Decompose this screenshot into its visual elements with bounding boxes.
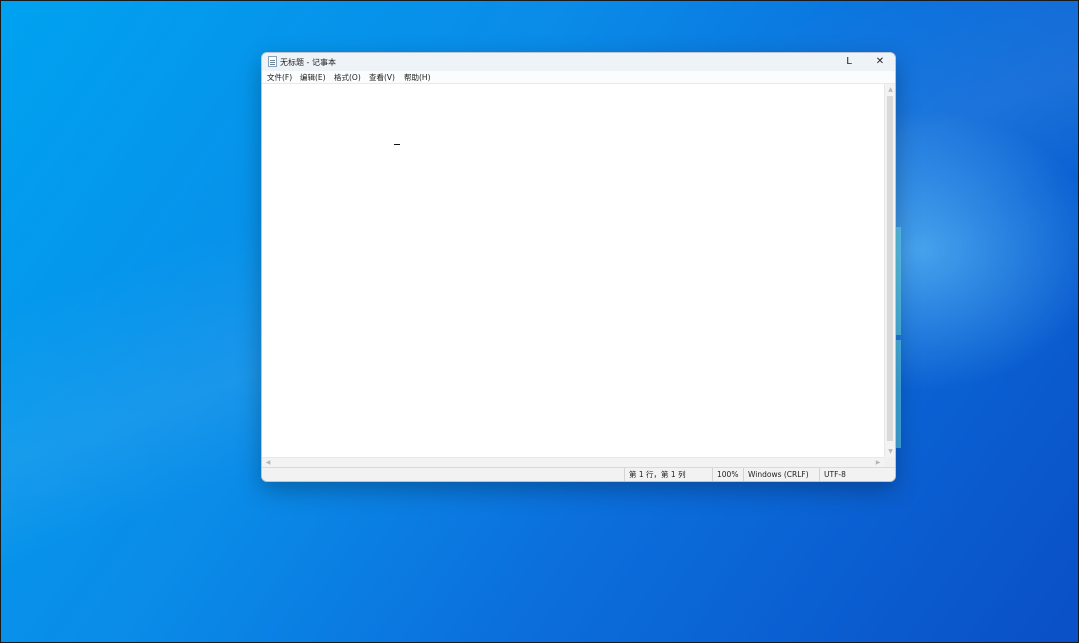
scrollbar-corner	[884, 457, 895, 467]
text-cursor	[394, 144, 400, 145]
text-editor-area[interactable]	[262, 84, 884, 457]
title-bar[interactable]: 无标题 - 记事本 L ✕	[262, 53, 895, 71]
vertical-scroll-thumb[interactable]	[887, 96, 893, 441]
menu-help[interactable]: 帮助(H)	[404, 72, 431, 83]
status-cursor-position: 第 1 行，第 1 列	[624, 468, 686, 481]
menu-edit[interactable]: 编辑(E)	[300, 72, 326, 83]
status-bar: 第 1 行，第 1 列 100% Windows (CRLF) UTF-8	[262, 467, 895, 481]
menu-format[interactable]: 格式(O)	[334, 72, 361, 83]
scroll-right-arrow-icon[interactable]: ▶	[874, 459, 882, 467]
status-zoom: 100%	[712, 468, 738, 481]
menu-file[interactable]: 文件(F)	[267, 72, 292, 83]
notepad-app-icon	[268, 56, 277, 67]
minimize-button[interactable]: L	[834, 53, 864, 71]
window-title: 无标题 - 记事本	[280, 58, 336, 67]
notepad-window[interactable]: 无标题 - 记事本 L ✕ 文件(F) 编辑(E) 格式(O) 查看(V) 帮助…	[261, 52, 896, 482]
menu-view[interactable]: 查看(V)	[369, 72, 395, 83]
scroll-down-arrow-icon[interactable]: ▼	[887, 448, 894, 455]
status-line-ending: Windows (CRLF)	[743, 468, 809, 481]
scroll-up-arrow-icon[interactable]: ▲	[887, 86, 894, 93]
vertical-scrollbar[interactable]: ▲ ▼	[884, 84, 895, 457]
close-button[interactable]: ✕	[865, 53, 895, 71]
status-encoding: UTF-8	[819, 468, 846, 481]
scroll-left-arrow-icon[interactable]: ◀	[264, 459, 272, 467]
menu-bar: 文件(F) 编辑(E) 格式(O) 查看(V) 帮助(H)	[262, 71, 895, 84]
